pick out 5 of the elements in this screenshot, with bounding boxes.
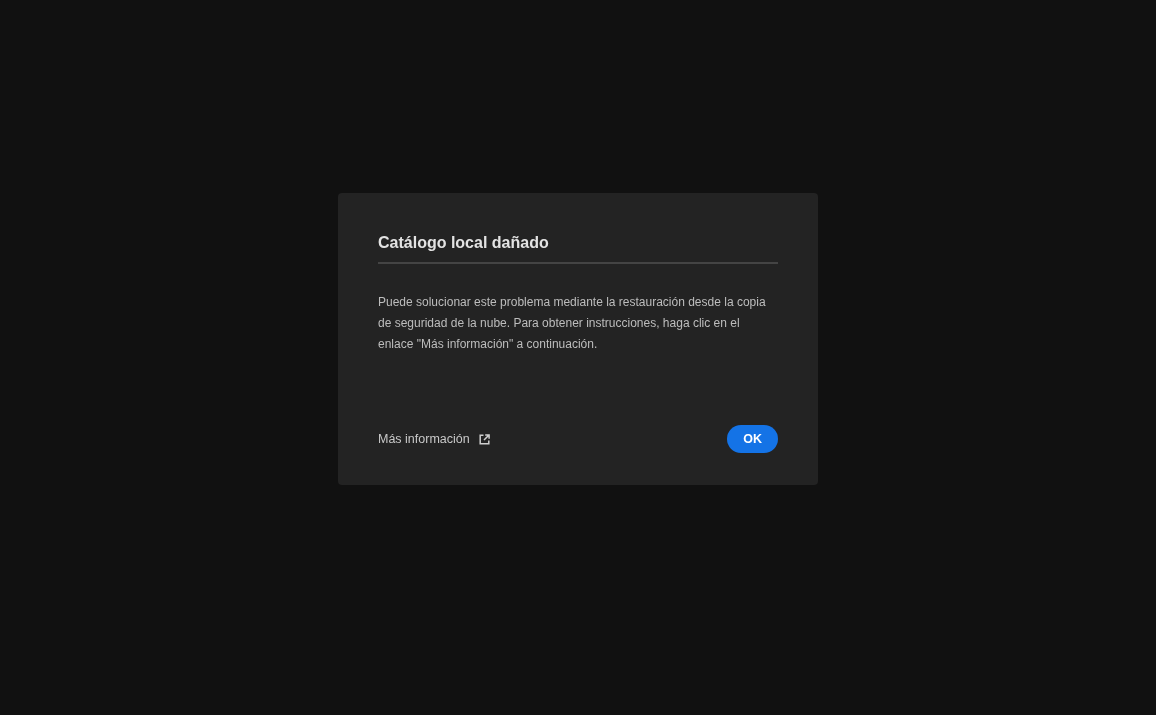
dialog-message: Puede solucionar este problema mediante la restauración desde la copia de seguridad de la nube. Para obtener instrucciones, haga clic en el enlace "Más información" a continuación.: [378, 294, 767, 353]
ok-button[interactable]: OK: [727, 425, 778, 453]
external-link-icon: [478, 433, 490, 445]
more-info-link[interactable]: Más información: [378, 429, 490, 449]
dialog-title: Catálogo local dañado: [378, 233, 550, 253]
